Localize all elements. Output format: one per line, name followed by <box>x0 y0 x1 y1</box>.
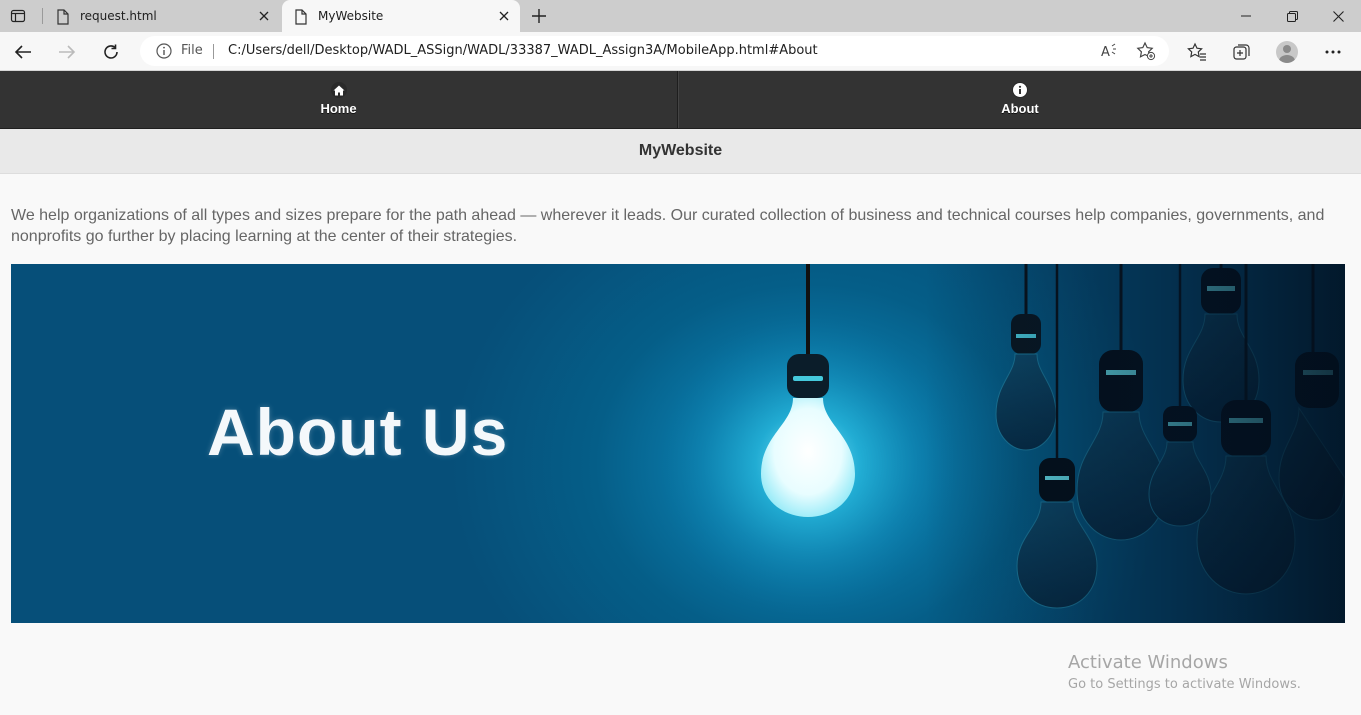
refresh-button[interactable] <box>96 37 126 67</box>
more-icon <box>1325 50 1341 54</box>
home-icon <box>330 82 347 98</box>
nav-item-about[interactable]: About <box>678 71 1361 128</box>
about-paragraph: We help organizations of all types and s… <box>11 207 1325 245</box>
tab-mywebsite[interactable]: MyWebsite <box>282 0 520 32</box>
collections-icon <box>1233 44 1250 60</box>
tab-actions-icon <box>10 9 26 23</box>
browser-tab-strip: request.html MyWebsite <box>0 0 1361 32</box>
close-icon <box>1332 10 1344 22</box>
read-aloud-icon[interactable]: A <box>1100 41 1120 61</box>
tab-separator <box>42 8 43 24</box>
close-icon[interactable] <box>496 8 512 24</box>
nav-item-label: Home <box>320 101 357 116</box>
page-icon <box>57 9 69 25</box>
plus-icon <box>532 9 546 23</box>
page-header: MyWebsite <box>0 129 1361 174</box>
address-bar[interactable]: File C:/Users/dell/Desktop/WADL_ASSign/W… <box>140 36 1169 66</box>
scheme-label: File <box>181 43 203 58</box>
nav-item-label: About <box>1001 101 1039 116</box>
watermark-title: Activate Windows <box>1068 652 1228 673</box>
window-close-button[interactable] <box>1315 0 1361 32</box>
page-icon <box>295 9 307 25</box>
new-tab-button[interactable] <box>528 5 550 27</box>
banner-title: About Us <box>207 395 509 469</box>
site-navbar: Home About <box>0 71 1361 129</box>
url-text[interactable]: C:/Users/dell/Desktop/WADL_ASSign/WADL/3… <box>228 43 818 58</box>
close-icon[interactable] <box>256 8 272 24</box>
collections-button[interactable] <box>1227 37 1257 67</box>
forward-button[interactable] <box>52 37 82 67</box>
avatar <box>1276 41 1298 63</box>
about-banner-image: About Us <box>11 264 1345 623</box>
restore-icon <box>1286 10 1298 22</box>
profile-button[interactable] <box>1272 37 1302 67</box>
arrow-right-icon <box>59 45 76 59</box>
tab-title: MyWebsite <box>318 9 384 23</box>
address-divider <box>213 44 214 59</box>
info-icon <box>1012 82 1028 98</box>
watermark-subtitle: Go to Settings to activate Windows. <box>1068 677 1301 692</box>
tab-request[interactable]: request.html <box>44 0 280 32</box>
restore-button[interactable] <box>1269 0 1315 32</box>
tab-actions-button[interactable] <box>4 4 32 28</box>
favorites-button[interactable] <box>1182 37 1212 67</box>
favorites-icon <box>1187 42 1206 61</box>
minimize-icon <box>1241 15 1251 17</box>
browser-toolbar: File C:/Users/dell/Desktop/WADL_ASSign/W… <box>0 32 1361 71</box>
tab-title: request.html <box>80 9 157 23</box>
refresh-icon <box>104 44 118 59</box>
settings-menu-button[interactable] <box>1318 37 1348 67</box>
page-title: MyWebsite <box>638 142 723 159</box>
minimize-button[interactable] <box>1223 0 1269 32</box>
info-icon[interactable] <box>156 43 172 59</box>
windows-activation-watermark: Activate Windows Go to Settings to activ… <box>1068 651 1301 695</box>
arrow-left-icon <box>14 45 31 59</box>
svg-text:A: A <box>1101 45 1110 59</box>
nav-item-home[interactable]: Home <box>0 71 678 128</box>
add-favorite-icon[interactable] <box>1136 41 1156 61</box>
back-button[interactable] <box>8 37 38 67</box>
